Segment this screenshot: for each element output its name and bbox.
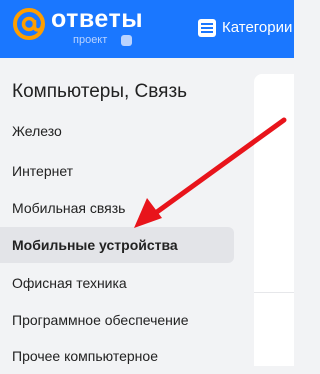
categories-label: Категории <box>222 19 293 36</box>
project-label: проект <box>73 34 108 46</box>
sidebar-item-internet[interactable]: Интернет <box>0 153 234 189</box>
top-bar: ответы проект Категории <box>0 0 294 58</box>
sidebar-item-mobile-devices[interactable]: Мобильные устройства <box>0 227 234 263</box>
content-card <box>254 74 294 366</box>
sidebar-item-software[interactable]: Программное обеспечение <box>0 302 234 338</box>
sidebar-item-hardware[interactable]: Железо <box>0 113 234 149</box>
sidebar-item-other-computer[interactable]: Прочее компьютерное <box>0 338 234 374</box>
content-divider <box>254 292 294 293</box>
vk-badge-icon <box>121 35 132 46</box>
brand-name[interactable]: ответы <box>51 4 143 34</box>
list-icon <box>198 19 216 37</box>
sidebar-title: Компьютеры, Связь <box>12 81 188 102</box>
at-sign-logo-icon[interactable] <box>12 7 46 41</box>
sidebar-item-office-equipment[interactable]: Офисная техника <box>0 265 234 301</box>
sidebar-item-mobile-connection[interactable]: Мобильная связь <box>0 190 234 226</box>
